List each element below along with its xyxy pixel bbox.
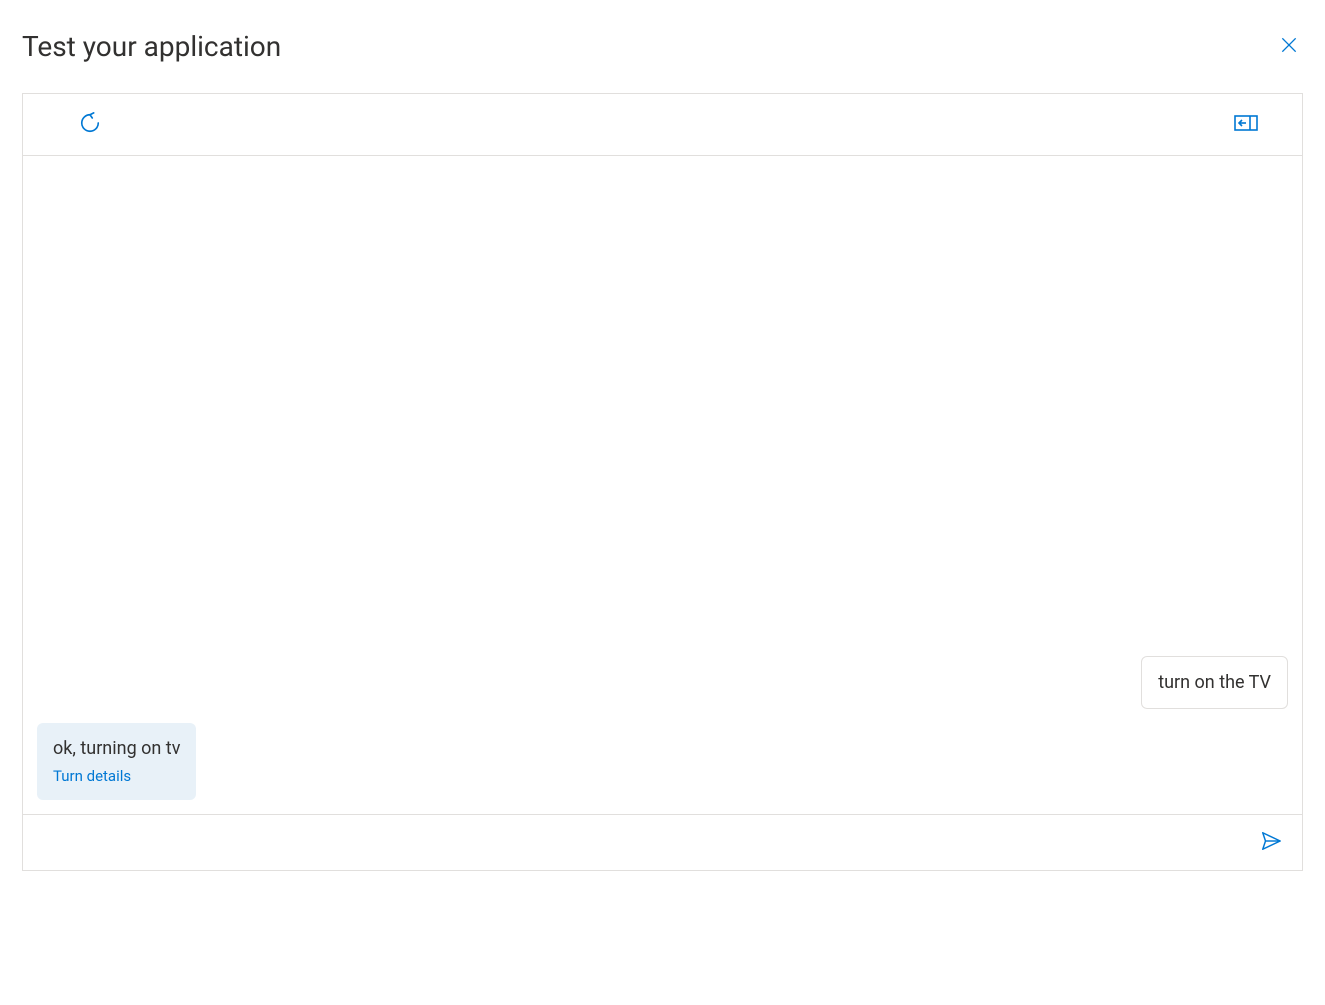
chat-panel: turn on the TV ok, turning on tv Turn de… <box>22 93 1303 871</box>
message-row-user: turn on the TV <box>37 656 1288 709</box>
message-input[interactable] <box>33 815 1254 870</box>
close-button[interactable] <box>1275 31 1303 62</box>
send-button[interactable] <box>1254 826 1288 859</box>
refresh-icon <box>79 112 101 137</box>
chat-toolbar <box>23 94 1302 156</box>
message-text: ok, turning on tv <box>53 738 180 759</box>
user-message-bubble: turn on the TV <box>1141 656 1288 709</box>
turn-details-link[interactable]: Turn details <box>53 767 180 787</box>
refresh-button[interactable] <box>75 108 105 141</box>
collapse-panel-button[interactable] <box>1230 111 1262 138</box>
message-row-bot: ok, turning on tv Turn details <box>37 723 1288 800</box>
message-text: turn on the TV <box>1158 672 1271 693</box>
panel-header: Test your application <box>22 30 1303 63</box>
close-icon <box>1279 35 1299 58</box>
collapse-panel-icon <box>1234 115 1258 134</box>
send-icon <box>1260 830 1282 855</box>
messages-area: turn on the TV ok, turning on tv Turn de… <box>23 156 1302 814</box>
bot-message-bubble: ok, turning on tv Turn details <box>37 723 196 800</box>
page-title: Test your application <box>22 30 281 63</box>
input-bar <box>23 814 1302 870</box>
